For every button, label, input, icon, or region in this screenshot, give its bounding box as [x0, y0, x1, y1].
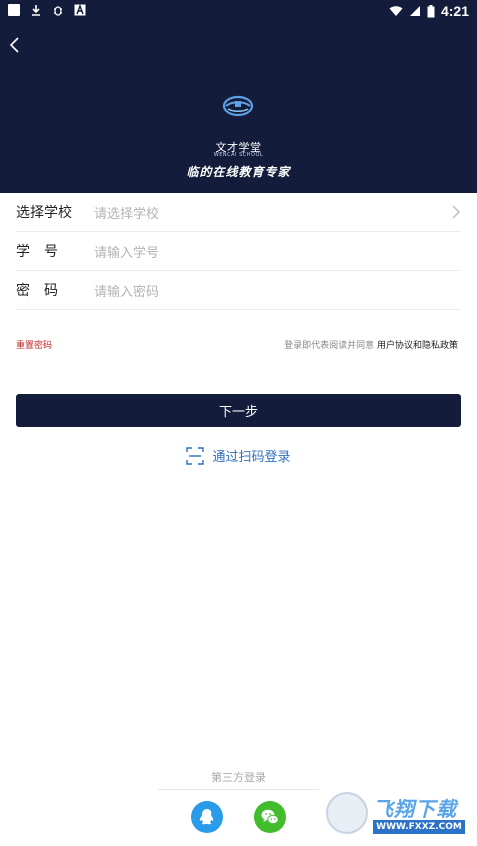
back-icon[interactable] — [4, 34, 26, 56]
status-bar: 4:21 — [0, 0, 477, 22]
wechat-login-button[interactable] — [254, 801, 286, 833]
bug-icon — [54, 6, 62, 16]
wifi-icon — [389, 6, 403, 16]
battery-icon — [427, 4, 435, 17]
wechat-icon — [261, 809, 279, 825]
scan-login-link[interactable]: 通过扫码登录 — [0, 446, 477, 465]
policy-link[interactable]: 用户协议和隐私政策 — [377, 341, 458, 351]
reset-password-link[interactable]: 重置密码 — [16, 338, 52, 351]
password-input[interactable]: 请输入密码 — [94, 281, 461, 300]
status-time: 4:21 — [440, 3, 469, 19]
form-links: 重置密码 登录即代表阅读并同意 用户协议和隐私政策 — [16, 336, 461, 352]
notification-square-icon — [8, 4, 20, 16]
student-id-row: 学 号 请输入学号 — [16, 232, 461, 271]
login-form: 选择学校 请选择学校 学 号 请输入学号 密 码 请输入密码 — [16, 193, 461, 310]
chevron-right-icon — [452, 205, 460, 219]
signal-icon — [409, 6, 420, 16]
font-a-icon — [74, 4, 86, 16]
brand-name-en: WENCAI SCHOOL — [213, 152, 264, 158]
watermark-url: WWW.FXXZ.COM — [373, 820, 465, 834]
divider — [158, 789, 319, 790]
third-party-title: 第三方登录 — [211, 771, 266, 784]
qq-icon — [199, 809, 214, 825]
watermark-logo-icon — [326, 792, 368, 834]
school-label: 选择学校 — [16, 205, 72, 221]
password-row: 密 码 请输入密码 — [16, 271, 461, 310]
school-select-row[interactable]: 选择学校 请选择学校 — [16, 193, 461, 232]
download-icon — [32, 5, 40, 16]
agreement-prefix: 登录即代表阅读并同意 — [284, 341, 375, 351]
qq-login-button[interactable] — [191, 801, 223, 833]
watermark: 飞翔下载 WWW.FXXZ.COM — [326, 790, 471, 840]
logo-icon — [222, 95, 254, 117]
password-label: 密 码 — [16, 283, 58, 299]
student-id-input[interactable]: 请输入学号 — [94, 242, 461, 261]
scan-icon — [186, 446, 205, 465]
scan-login-label: 通过扫码登录 — [212, 450, 291, 465]
watermark-text: 飞翔下载 — [373, 797, 457, 821]
student-id-label: 学 号 — [16, 244, 58, 260]
slogan: 临的在线教育专家 — [186, 165, 291, 179]
agreement-text: 登录即代表阅读并同意 用户协议和隐私政策 — [284, 338, 458, 351]
next-button[interactable]: 下一步 — [16, 394, 461, 427]
school-select[interactable]: 请选择学校 — [94, 203, 461, 222]
header: 文才学堂 WENCAI SCHOOL 临的在线教育专家 — [0, 22, 477, 193]
